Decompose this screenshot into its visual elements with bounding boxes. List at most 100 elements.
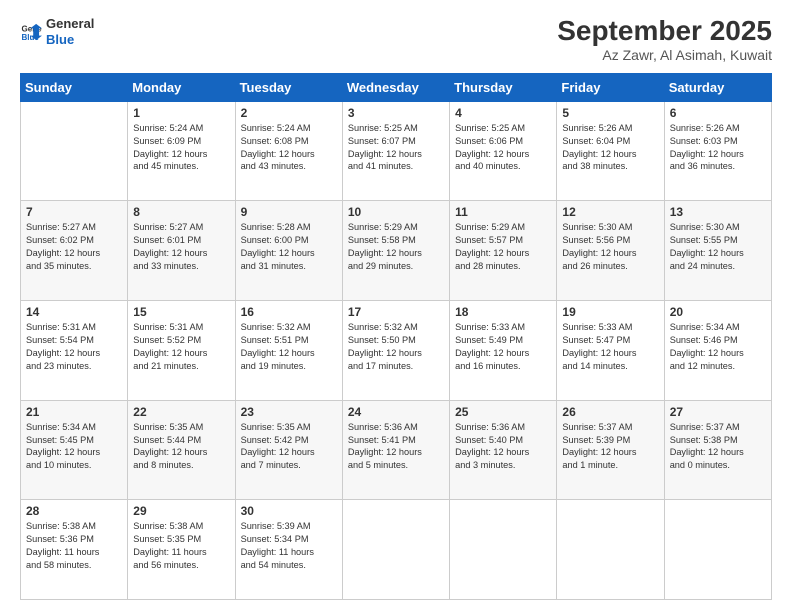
cell-details: Sunrise: 5:26 AMSunset: 6:03 PMDaylight:…	[670, 122, 766, 174]
cell-details: Sunrise: 5:35 AMSunset: 5:44 PMDaylight:…	[133, 421, 229, 473]
day-number: 22	[133, 405, 229, 419]
table-row: 19Sunrise: 5:33 AMSunset: 5:47 PMDayligh…	[557, 301, 664, 401]
table-row: 21Sunrise: 5:34 AMSunset: 5:45 PMDayligh…	[21, 400, 128, 500]
calendar-table: Sunday Monday Tuesday Wednesday Thursday…	[20, 73, 772, 600]
calendar-week-row: 7 Sunrise: 5:27 AMSunset: 6:02 PMDaylight…	[21, 201, 772, 301]
cell-details: Sunrise: 5:24 AMSunset: 6:09 PMDaylight:…	[133, 122, 229, 174]
table-row: 4 Sunrise: 5:25 AMSunset: 6:06 PMDaylight…	[450, 101, 557, 201]
cell-details: Sunrise: 5:33 AMSunset: 5:47 PMDaylight:…	[562, 321, 658, 373]
logo-general: General	[46, 16, 94, 32]
table-row: 15 Sunrise: 5:31 AMSunset: 5:52 PMDayligh…	[128, 301, 235, 401]
day-number: 28	[26, 504, 122, 518]
header-sunday: Sunday	[21, 73, 128, 101]
table-row: 2Sunrise: 5:24 AMSunset: 6:08 PMDaylight…	[235, 101, 342, 201]
day-number: 27	[670, 405, 766, 419]
table-row	[450, 500, 557, 600]
cell-details: Sunrise: 5:32 AMSunset: 5:50 PMDaylight:…	[348, 321, 444, 373]
cell-details: Sunrise: 5:24 AMSunset: 6:08 PMDaylight:…	[241, 122, 337, 174]
header-tuesday: Tuesday	[235, 73, 342, 101]
cell-details: Sunrise: 5:32 AMSunset: 5:51 PMDaylight:…	[241, 321, 337, 373]
cell-details: Sunrise: 5:25 AMSunset: 6:06 PMDaylight:…	[455, 122, 551, 174]
table-row	[21, 101, 128, 201]
table-row: 20 Sunrise: 5:34 AMSunset: 5:46 PMDayligh…	[664, 301, 771, 401]
table-row: 13 Sunrise: 5:30 AMSunset: 5:55 PMDayligh…	[664, 201, 771, 301]
table-row: 5Sunrise: 5:26 AMSunset: 6:04 PMDaylight…	[557, 101, 664, 201]
cell-details: Sunrise: 5:34 AMSunset: 5:45 PMDaylight:…	[26, 421, 122, 473]
table-row: 14 Sunrise: 5:31 AMSunset: 5:54 PMDayligh…	[21, 301, 128, 401]
day-number: 17	[348, 305, 444, 319]
calendar-week-row: 14 Sunrise: 5:31 AMSunset: 5:54 PMDayligh…	[21, 301, 772, 401]
table-row	[342, 500, 449, 600]
day-number: 8	[133, 205, 229, 219]
cell-details: Sunrise: 5:38 AMSunset: 5:36 PMDaylight:…	[26, 520, 122, 572]
table-row: 1 Sunrise: 5:24 AMSunset: 6:09 PMDaylight…	[128, 101, 235, 201]
table-row: 23 Sunrise: 5:35 AMSunset: 5:42 PMDayligh…	[235, 400, 342, 500]
cell-details: Sunrise: 5:37 AMSunset: 5:38 PMDaylight:…	[670, 421, 766, 473]
day-number: 30	[241, 504, 337, 518]
day-number: 18	[455, 305, 551, 319]
header-friday: Friday	[557, 73, 664, 101]
header-saturday: Saturday	[664, 73, 771, 101]
cell-details: Sunrise: 5:37 AMSunset: 5:39 PMDaylight:…	[562, 421, 658, 473]
cell-details: Sunrise: 5:33 AMSunset: 5:49 PMDaylight:…	[455, 321, 551, 373]
header-wednesday: Wednesday	[342, 73, 449, 101]
logo-blue: Blue	[46, 32, 94, 48]
cell-details: Sunrise: 5:31 AMSunset: 5:54 PMDaylight:…	[26, 321, 122, 373]
logo: General Blue General Blue	[20, 16, 94, 47]
table-row: 18 Sunrise: 5:33 AMSunset: 5:49 PMDayligh…	[450, 301, 557, 401]
table-row: 3 Sunrise: 5:25 AMSunset: 6:07 PMDaylight…	[342, 101, 449, 201]
table-row: 27 Sunrise: 5:37 AMSunset: 5:38 PMDayligh…	[664, 400, 771, 500]
cell-details: Sunrise: 5:30 AMSunset: 5:56 PMDaylight:…	[562, 221, 658, 273]
day-number: 12	[562, 205, 658, 219]
day-number: 13	[670, 205, 766, 219]
table-row	[664, 500, 771, 600]
cell-details: Sunrise: 5:34 AMSunset: 5:46 PMDaylight:…	[670, 321, 766, 373]
table-row: 26 Sunrise: 5:37 AMSunset: 5:39 PMDayligh…	[557, 400, 664, 500]
table-row: 9Sunrise: 5:28 AMSunset: 6:00 PMDaylight…	[235, 201, 342, 301]
calendar-title: September 2025	[557, 16, 772, 47]
table-row: 6 Sunrise: 5:26 AMSunset: 6:03 PMDaylight…	[664, 101, 771, 201]
day-number: 20	[670, 305, 766, 319]
table-row: 24 Sunrise: 5:36 AMSunset: 5:41 PMDayligh…	[342, 400, 449, 500]
day-number: 26	[562, 405, 658, 419]
day-number: 4	[455, 106, 551, 120]
cell-details: Sunrise: 5:36 AMSunset: 5:40 PMDaylight:…	[455, 421, 551, 473]
day-number: 23	[241, 405, 337, 419]
day-number: 10	[348, 205, 444, 219]
day-number: 1	[133, 106, 229, 120]
day-number: 25	[455, 405, 551, 419]
table-row: 8 Sunrise: 5:27 AMSunset: 6:01 PMDaylight…	[128, 201, 235, 301]
header-monday: Monday	[128, 73, 235, 101]
table-row: 11Sunrise: 5:29 AMSunset: 5:57 PMDayligh…	[450, 201, 557, 301]
table-row: 28 Sunrise: 5:38 AMSunset: 5:36 PMDayligh…	[21, 500, 128, 600]
cell-details: Sunrise: 5:25 AMSunset: 6:07 PMDaylight:…	[348, 122, 444, 174]
day-number: 16	[241, 305, 337, 319]
table-row: 30 Sunrise: 5:39 AMSunset: 5:34 PMDayligh…	[235, 500, 342, 600]
day-number: 15	[133, 305, 229, 319]
day-number: 14	[26, 305, 122, 319]
day-number: 6	[670, 106, 766, 120]
logo-icon: General Blue	[20, 21, 42, 43]
cell-details: Sunrise: 5:30 AMSunset: 5:55 PMDaylight:…	[670, 221, 766, 273]
cell-details: Sunrise: 5:39 AMSunset: 5:34 PMDaylight:…	[241, 520, 337, 572]
cell-details: Sunrise: 5:31 AMSunset: 5:52 PMDaylight:…	[133, 321, 229, 373]
cell-details: Sunrise: 5:29 AMSunset: 5:58 PMDaylight:…	[348, 221, 444, 273]
day-number: 7	[26, 205, 122, 219]
header-thursday: Thursday	[450, 73, 557, 101]
cell-details: Sunrise: 5:27 AMSunset: 6:01 PMDaylight:…	[133, 221, 229, 273]
day-number: 29	[133, 504, 229, 518]
cell-details: Sunrise: 5:29 AMSunset: 5:57 PMDaylight:…	[455, 221, 551, 273]
calendar-week-row: 1 Sunrise: 5:24 AMSunset: 6:09 PMDaylight…	[21, 101, 772, 201]
cell-details: Sunrise: 5:35 AMSunset: 5:42 PMDaylight:…	[241, 421, 337, 473]
table-row: 7 Sunrise: 5:27 AMSunset: 6:02 PMDaylight…	[21, 201, 128, 301]
calendar-header-row: Sunday Monday Tuesday Wednesday Thursday…	[21, 73, 772, 101]
cell-details: Sunrise: 5:38 AMSunset: 5:35 PMDaylight:…	[133, 520, 229, 572]
day-number: 5	[562, 106, 658, 120]
cell-details: Sunrise: 5:27 AMSunset: 6:02 PMDaylight:…	[26, 221, 122, 273]
day-number: 24	[348, 405, 444, 419]
day-number: 9	[241, 205, 337, 219]
day-number: 3	[348, 106, 444, 120]
calendar-page: General Blue General Blue September 2025…	[0, 0, 792, 612]
table-row: 16 Sunrise: 5:32 AMSunset: 5:51 PMDayligh…	[235, 301, 342, 401]
cell-details: Sunrise: 5:36 AMSunset: 5:41 PMDaylight:…	[348, 421, 444, 473]
